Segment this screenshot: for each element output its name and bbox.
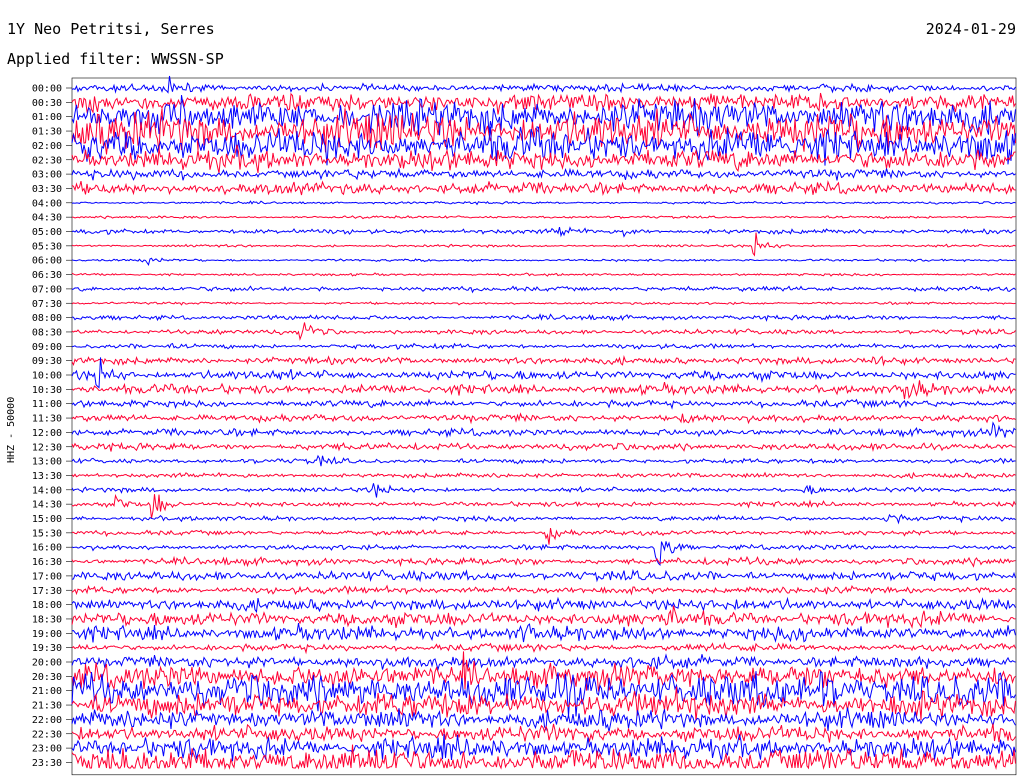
trace-line (71, 421, 1016, 439)
trace-line (71, 355, 1016, 367)
trace-line (71, 555, 1016, 568)
trace-line (71, 513, 1016, 525)
trace-line (71, 651, 1016, 692)
time-tick-label: 16:00 (32, 543, 62, 554)
trace-line (71, 92, 1016, 115)
time-tick-label: 22:30 (32, 729, 62, 740)
helicorder-plot: 00:00 00:30 01:00 01:30 02:00 02:30 03:00 03:30… (32, 75, 1017, 776)
time-tick-label: 02:30 (32, 155, 62, 166)
trace-line (71, 215, 1016, 220)
trace-line (71, 257, 1016, 266)
time-tick-label: 04:00 (32, 198, 62, 209)
trace-line (71, 441, 1016, 452)
time-tick-label: 14:30 (32, 500, 62, 511)
trace-line (71, 483, 1016, 498)
time-tick-label: 00:30 (32, 98, 62, 109)
time-tick-label: 09:00 (32, 342, 62, 353)
time-tick-label: 21:00 (32, 686, 62, 697)
trace-line (71, 723, 1016, 743)
time-tick-label: 12:00 (32, 428, 62, 439)
trace-line (71, 167, 1016, 181)
time-tick-label: 17:00 (32, 571, 62, 582)
trace-line (71, 200, 1016, 206)
trace-line (71, 342, 1016, 350)
time-tick-label: 08:30 (32, 327, 62, 338)
time-tick-label: 22:00 (32, 715, 62, 726)
time-tick-label: 15:30 (32, 528, 62, 539)
time-tick-label: 02:00 (32, 141, 62, 152)
trace-line (71, 653, 1016, 672)
time-tick-label: 06:30 (32, 270, 62, 281)
time-tick-label: 23:30 (32, 758, 62, 769)
trace-line (71, 322, 1016, 341)
trace-line (71, 272, 1016, 277)
time-tick-label: 07:00 (32, 284, 62, 295)
time-tick-label: 18:00 (32, 600, 62, 611)
trace-line (71, 670, 1016, 717)
time-tick-label: 03:30 (32, 184, 62, 195)
time-tick-label: 09:30 (32, 356, 62, 367)
time-tick-label: 07:30 (32, 299, 62, 310)
time-tick-label: 01:00 (32, 112, 62, 123)
trace-line (71, 605, 1016, 629)
trace-line (71, 568, 1016, 583)
time-tick-label: 11:00 (32, 399, 62, 410)
time-tick-label: 05:30 (32, 241, 62, 252)
trace-line (71, 412, 1016, 425)
trace-line (71, 313, 1016, 322)
trace-line (71, 180, 1016, 196)
time-tick-label: 13:30 (32, 471, 62, 482)
time-tick-label: 23:00 (32, 744, 62, 755)
time-tick-label: 17:30 (32, 586, 62, 597)
trace-line (71, 528, 1016, 545)
trace-line (71, 226, 1016, 238)
time-tick-label: 13:00 (32, 457, 62, 468)
trace-line (71, 232, 1016, 257)
trace-line (71, 584, 1016, 596)
time-tick-label: 12:30 (32, 442, 62, 453)
trace-line (71, 471, 1016, 480)
trace-line (71, 734, 1016, 762)
time-tick-label: 20:30 (32, 672, 62, 683)
trace-line (71, 75, 1016, 94)
trace-line (71, 493, 1016, 519)
time-tick-label: 19:30 (32, 643, 62, 654)
trace-line (71, 301, 1016, 306)
time-tick-label: 14:00 (32, 485, 62, 496)
trace-line (71, 641, 1016, 655)
time-tick-label: 16:30 (32, 557, 62, 568)
time-tick-label: 01:30 (32, 127, 62, 138)
time-tick-label: 10:00 (32, 371, 62, 382)
time-tick-label: 11:30 (32, 414, 62, 425)
time-tick-label: 15:00 (32, 514, 62, 525)
trace-line (71, 454, 1016, 467)
time-tick-label: 03:00 (32, 170, 62, 181)
trace-line (71, 285, 1016, 294)
time-tick-label: 00:00 (32, 84, 62, 95)
time-tick-label: 18:30 (32, 614, 62, 625)
trace-line (71, 380, 1016, 400)
time-tick-label: 19:00 (32, 629, 62, 640)
trace-line (71, 596, 1016, 614)
time-tick-label: 21:30 (32, 701, 62, 712)
time-tick-label: 04:30 (32, 213, 62, 224)
trace-line (71, 144, 1016, 174)
time-tick-label: 05:00 (32, 227, 62, 238)
trace-line (71, 623, 1016, 643)
time-tick-label: 06:00 (32, 256, 62, 267)
trace-line (71, 357, 1016, 389)
trace-line (71, 398, 1016, 410)
time-tick-label: 08:00 (32, 313, 62, 324)
time-tick-label: 20:00 (32, 658, 62, 669)
time-tick-label: 10:30 (32, 385, 62, 396)
